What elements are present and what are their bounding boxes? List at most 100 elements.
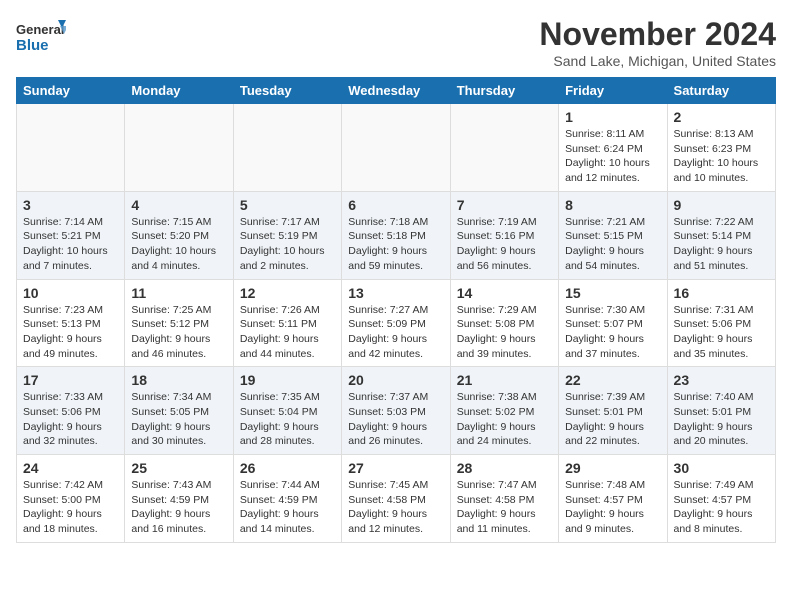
calendar-cell: 8 Sunrise: 7:21 AM Sunset: 5:15 PM Daylig… <box>559 191 667 279</box>
calendar-cell: 28 Sunrise: 7:47 AM Sunset: 4:58 PM Dayli… <box>450 455 558 543</box>
day-number: 6 <box>348 197 443 213</box>
day-number: 2 <box>674 109 769 125</box>
day-number: 8 <box>565 197 660 213</box>
day-number: 18 <box>131 372 226 388</box>
day-number: 11 <box>131 285 226 301</box>
month-title: November 2024 <box>539 16 776 53</box>
day-number: 26 <box>240 460 335 476</box>
day-info: Sunrise: 7:29 AM Sunset: 5:08 PM Dayligh… <box>457 303 552 362</box>
calendar-cell: 5 Sunrise: 7:17 AM Sunset: 5:19 PM Daylig… <box>233 191 341 279</box>
day-info: Sunrise: 8:13 AM Sunset: 6:23 PM Dayligh… <box>674 127 769 186</box>
day-number: 4 <box>131 197 226 213</box>
day-info: Sunrise: 7:35 AM Sunset: 5:04 PM Dayligh… <box>240 390 335 449</box>
weekday-header-saturday: Saturday <box>667 78 775 104</box>
calendar-table: SundayMondayTuesdayWednesdayThursdayFrid… <box>16 77 776 543</box>
day-number: 20 <box>348 372 443 388</box>
calendar-cell <box>233 104 341 192</box>
day-number: 3 <box>23 197 118 213</box>
calendar-cell: 17Sunrise: 7:33 AM Sunset: 5:06 PM Dayli… <box>17 367 125 455</box>
day-info: Sunrise: 7:49 AM Sunset: 4:57 PM Dayligh… <box>674 478 769 537</box>
calendar-cell: 6 Sunrise: 7:18 AM Sunset: 5:18 PM Daylig… <box>342 191 450 279</box>
day-info: Sunrise: 8:11 AM Sunset: 6:24 PM Dayligh… <box>565 127 660 186</box>
calendar-cell <box>17 104 125 192</box>
calendar-cell: 12 Sunrise: 7:26 AM Sunset: 5:11 PM Dayli… <box>233 279 341 367</box>
day-number: 28 <box>457 460 552 476</box>
calendar-cell: 18Sunrise: 7:34 AM Sunset: 5:05 PM Dayli… <box>125 367 233 455</box>
calendar-cell: 16 Sunrise: 7:31 AM Sunset: 5:06 PM Dayli… <box>667 279 775 367</box>
day-info: Sunrise: 7:48 AM Sunset: 4:57 PM Dayligh… <box>565 478 660 537</box>
weekday-header-tuesday: Tuesday <box>233 78 341 104</box>
day-info: Sunrise: 7:44 AM Sunset: 4:59 PM Dayligh… <box>240 478 335 537</box>
week-row-1: 1Sunrise: 8:11 AM Sunset: 6:24 PM Daylig… <box>17 104 776 192</box>
day-number: 16 <box>674 285 769 301</box>
calendar-cell: 27Sunrise: 7:45 AM Sunset: 4:58 PM Dayli… <box>342 455 450 543</box>
calendar-cell: 25 Sunrise: 7:43 AM Sunset: 4:59 PM Dayli… <box>125 455 233 543</box>
day-number: 5 <box>240 197 335 213</box>
calendar-cell <box>342 104 450 192</box>
week-row-5: 24 Sunrise: 7:42 AM Sunset: 5:00 PM Dayli… <box>17 455 776 543</box>
week-row-2: 3 Sunrise: 7:14 AM Sunset: 5:21 PM Daylig… <box>17 191 776 279</box>
day-info: Sunrise: 7:43 AM Sunset: 4:59 PM Dayligh… <box>131 478 226 537</box>
calendar-cell <box>450 104 558 192</box>
day-info: Sunrise: 7:31 AM Sunset: 5:06 PM Dayligh… <box>674 303 769 362</box>
calendar-cell: 22 Sunrise: 7:39 AM Sunset: 5:01 PM Dayli… <box>559 367 667 455</box>
day-number: 27 <box>348 460 443 476</box>
day-info: Sunrise: 7:37 AM Sunset: 5:03 PM Dayligh… <box>348 390 443 449</box>
calendar-cell: 4 Sunrise: 7:15 AM Sunset: 5:20 PM Daylig… <box>125 191 233 279</box>
day-info: Sunrise: 7:38 AM Sunset: 5:02 PM Dayligh… <box>457 390 552 449</box>
title-area: November 2024 Sand Lake, Michigan, Unite… <box>539 16 776 69</box>
calendar-cell: 30 Sunrise: 7:49 AM Sunset: 4:57 PM Dayli… <box>667 455 775 543</box>
day-info: Sunrise: 7:19 AM Sunset: 5:16 PM Dayligh… <box>457 215 552 274</box>
day-number: 24 <box>23 460 118 476</box>
page-header: General Blue November 2024 Sand Lake, Mi… <box>16 16 776 69</box>
calendar-cell <box>125 104 233 192</box>
day-number: 17 <box>23 372 118 388</box>
day-info: Sunrise: 7:22 AM Sunset: 5:14 PM Dayligh… <box>674 215 769 274</box>
day-info: Sunrise: 7:47 AM Sunset: 4:58 PM Dayligh… <box>457 478 552 537</box>
calendar-cell: 13 Sunrise: 7:27 AM Sunset: 5:09 PM Dayli… <box>342 279 450 367</box>
logo: General Blue <box>16 16 66 60</box>
day-number: 30 <box>674 460 769 476</box>
day-number: 9 <box>674 197 769 213</box>
calendar-cell: 19 Sunrise: 7:35 AM Sunset: 5:04 PM Dayli… <box>233 367 341 455</box>
day-info: Sunrise: 7:14 AM Sunset: 5:21 PM Dayligh… <box>23 215 118 274</box>
weekday-header-friday: Friday <box>559 78 667 104</box>
calendar-cell: 20 Sunrise: 7:37 AM Sunset: 5:03 PM Dayli… <box>342 367 450 455</box>
day-number: 12 <box>240 285 335 301</box>
calendar-cell: 26 Sunrise: 7:44 AM Sunset: 4:59 PM Dayli… <box>233 455 341 543</box>
weekday-header-row: SundayMondayTuesdayWednesdayThursdayFrid… <box>17 78 776 104</box>
calendar-cell: 24 Sunrise: 7:42 AM Sunset: 5:00 PM Dayli… <box>17 455 125 543</box>
day-info: Sunrise: 7:27 AM Sunset: 5:09 PM Dayligh… <box>348 303 443 362</box>
day-info: Sunrise: 7:26 AM Sunset: 5:11 PM Dayligh… <box>240 303 335 362</box>
calendar-cell: 7 Sunrise: 7:19 AM Sunset: 5:16 PM Daylig… <box>450 191 558 279</box>
day-number: 14 <box>457 285 552 301</box>
day-number: 13 <box>348 285 443 301</box>
svg-text:General: General <box>16 22 64 37</box>
calendar-cell: 29Sunrise: 7:48 AM Sunset: 4:57 PM Dayli… <box>559 455 667 543</box>
day-info: Sunrise: 7:21 AM Sunset: 5:15 PM Dayligh… <box>565 215 660 274</box>
calendar-cell: 15Sunrise: 7:30 AM Sunset: 5:07 PM Dayli… <box>559 279 667 367</box>
week-row-4: 17Sunrise: 7:33 AM Sunset: 5:06 PM Dayli… <box>17 367 776 455</box>
day-number: 23 <box>674 372 769 388</box>
calendar-cell: 2 Sunrise: 8:13 AM Sunset: 6:23 PM Daylig… <box>667 104 775 192</box>
day-number: 19 <box>240 372 335 388</box>
weekday-header-wednesday: Wednesday <box>342 78 450 104</box>
day-number: 21 <box>457 372 552 388</box>
svg-text:Blue: Blue <box>16 37 49 54</box>
day-info: Sunrise: 7:15 AM Sunset: 5:20 PM Dayligh… <box>131 215 226 274</box>
day-info: Sunrise: 7:40 AM Sunset: 5:01 PM Dayligh… <box>674 390 769 449</box>
day-number: 10 <box>23 285 118 301</box>
calendar-cell: 3 Sunrise: 7:14 AM Sunset: 5:21 PM Daylig… <box>17 191 125 279</box>
day-info: Sunrise: 7:42 AM Sunset: 5:00 PM Dayligh… <box>23 478 118 537</box>
day-info: Sunrise: 7:18 AM Sunset: 5:18 PM Dayligh… <box>348 215 443 274</box>
calendar-cell: 14 Sunrise: 7:29 AM Sunset: 5:08 PM Dayli… <box>450 279 558 367</box>
day-info: Sunrise: 7:39 AM Sunset: 5:01 PM Dayligh… <box>565 390 660 449</box>
day-number: 7 <box>457 197 552 213</box>
calendar-cell: 23 Sunrise: 7:40 AM Sunset: 5:01 PM Dayli… <box>667 367 775 455</box>
day-info: Sunrise: 7:17 AM Sunset: 5:19 PM Dayligh… <box>240 215 335 274</box>
calendar-cell: 10Sunrise: 7:23 AM Sunset: 5:13 PM Dayli… <box>17 279 125 367</box>
day-number: 25 <box>131 460 226 476</box>
day-info: Sunrise: 7:25 AM Sunset: 5:12 PM Dayligh… <box>131 303 226 362</box>
day-number: 22 <box>565 372 660 388</box>
day-number: 15 <box>565 285 660 301</box>
